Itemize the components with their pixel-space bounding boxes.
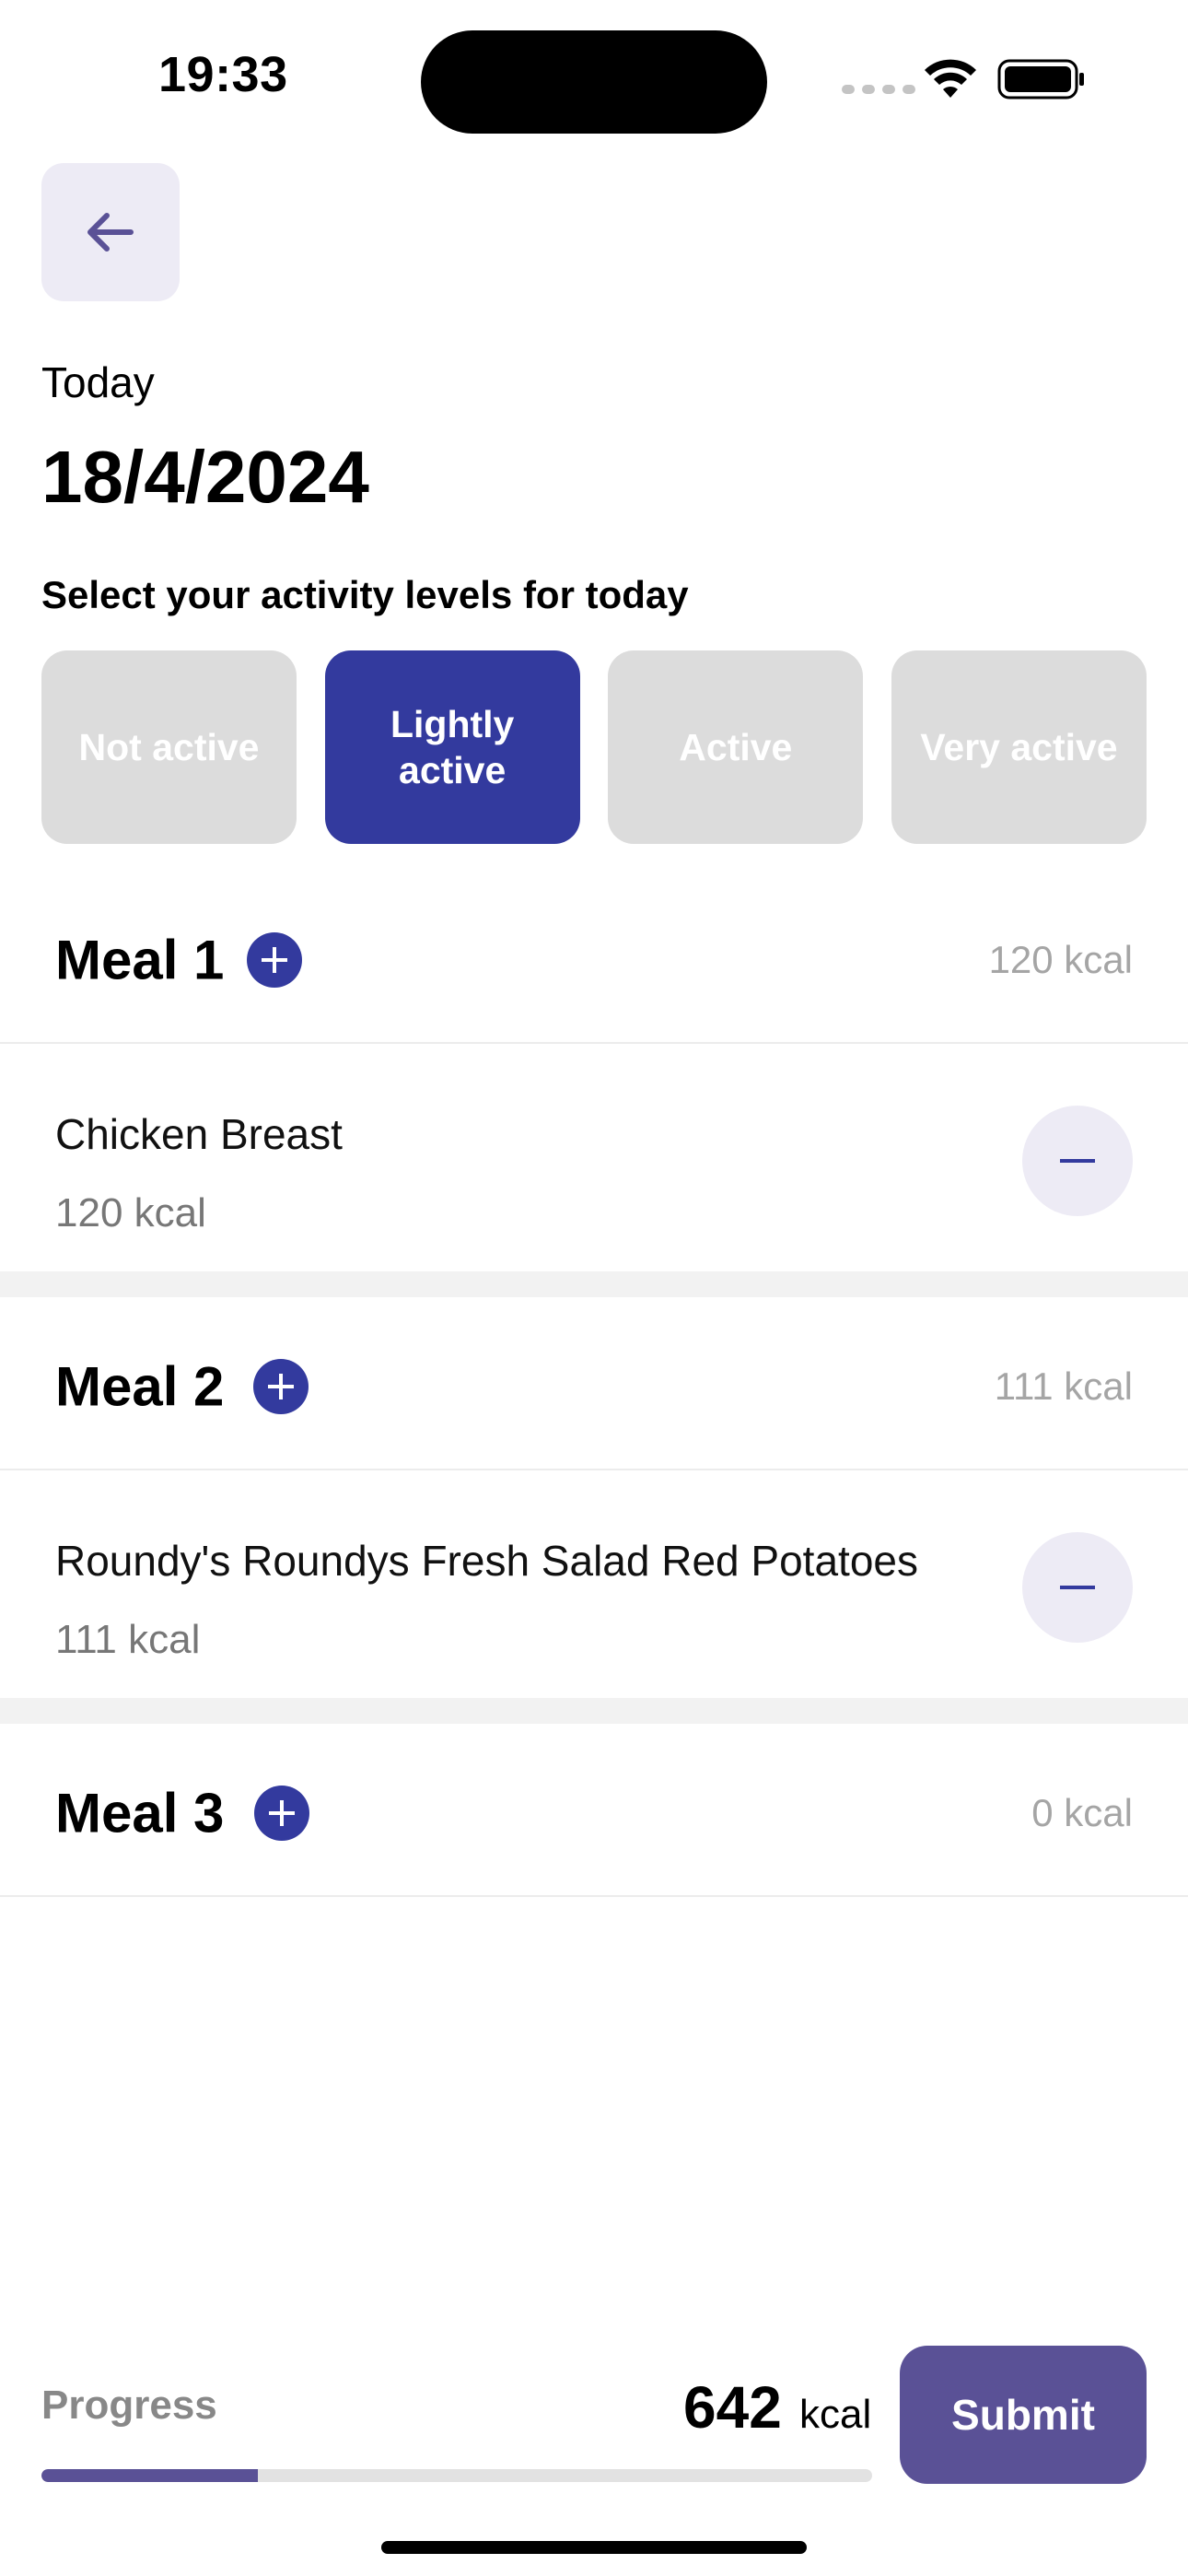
food-kcal: 120 kcal	[55, 1190, 206, 1235]
progress-label: Progress	[41, 2383, 217, 2428]
meal-title: Meal 2	[55, 1355, 225, 1418]
activity-option-lightly-active[interactable]: Lightly active	[324, 650, 580, 844]
activity-selector: Not active Lightly active Active Very ac…	[41, 650, 1147, 844]
add-food-button[interactable]	[253, 1359, 309, 1414]
meal-header: Meal 3 0 kcal	[0, 1731, 1188, 1897]
food-item: Roundy's Roundys Fresh Salad Red Potatoe…	[0, 1477, 1188, 1724]
battery-icon	[997, 59, 1084, 100]
cellular-signal-icon	[842, 85, 915, 94]
meal-title: Meal 1	[55, 929, 225, 991]
add-food-button[interactable]	[247, 932, 302, 988]
meal-kcal-total: 111 kcal	[994, 1364, 1133, 1408]
activity-option-very-active[interactable]: Very active	[891, 650, 1147, 844]
date-label: Today	[41, 358, 155, 406]
meal-kcal-total: 120 kcal	[988, 938, 1133, 981]
progress-unit: kcal	[799, 2392, 872, 2437]
back-button[interactable]	[41, 163, 180, 301]
progress-bar-fill	[41, 2469, 258, 2482]
progress-value: 642	[683, 2374, 782, 2441]
remove-food-button[interactable]	[1022, 1106, 1133, 1216]
meal-header: Meal 2 111 kcal	[0, 1305, 1188, 1470]
meal-header: Meal 1 120 kcal	[0, 878, 1188, 1044]
wifi-icon	[925, 59, 976, 98]
remove-food-button[interactable]	[1022, 1532, 1133, 1643]
food-name: Chicken Breast	[55, 1110, 343, 1158]
activity-prompt: Select your activity levels for today	[41, 573, 689, 616]
activity-option-not-active[interactable]: Not active	[41, 650, 297, 844]
meal-title: Meal 3	[55, 1782, 225, 1844]
food-kcal: 111 kcal	[55, 1617, 201, 1662]
food-name: Roundy's Roundys Fresh Salad Red Potatoe…	[55, 1537, 918, 1585]
progress-bar	[41, 2469, 872, 2482]
status-time: 19:33	[158, 47, 288, 102]
date-value: 18/4/2024	[41, 436, 369, 518]
submit-button[interactable]: Submit	[900, 2346, 1147, 2484]
arrow-left-icon	[87, 213, 134, 252]
meal-kcal-total: 0 kcal	[1031, 1791, 1133, 1834]
home-indicator	[381, 2541, 807, 2554]
add-food-button[interactable]	[254, 1786, 309, 1841]
food-item: Chicken Breast 120 kcal	[0, 1050, 1188, 1297]
dynamic-island	[421, 30, 767, 134]
activity-option-active[interactable]: Active	[608, 650, 864, 844]
